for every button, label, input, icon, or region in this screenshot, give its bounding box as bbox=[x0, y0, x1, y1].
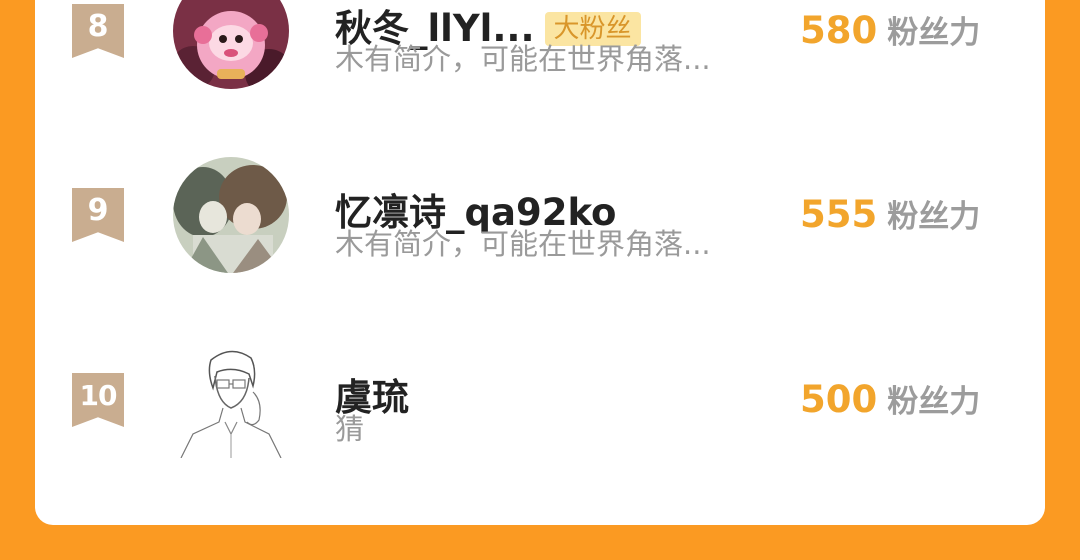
score-unit: 粉丝力 bbox=[887, 15, 981, 51]
score-unit: 粉丝力 bbox=[887, 199, 981, 235]
ranking-row-8[interactable]: 8 秋冬_llYl... 大粉丝 木有简介，可能在世界角落... 580 粉丝力 bbox=[35, 0, 1045, 110]
score-value: 580 bbox=[800, 9, 878, 52]
user-bio: 木有简介，可能在世界角落... bbox=[335, 227, 711, 261]
user-bio: 猜 bbox=[335, 412, 365, 446]
user-bio: 木有简介，可能在世界角落... bbox=[335, 42, 711, 76]
ranking-row-9[interactable]: 9 忆凛诗_qa92ko 木有简介，可能在世界角落... 555 粉丝力 bbox=[35, 145, 1045, 295]
pink-cartoon-character-avatar-icon bbox=[173, 0, 289, 89]
user-avatar[interactable] bbox=[173, 0, 289, 89]
ranking-card: 8 秋冬_llYl...大粉丝 木有简介，可能在世界角落... 580粉丝力 bbox=[35, 0, 1045, 525]
illustrated-figures-avatar-icon bbox=[173, 157, 289, 273]
score-value: 555 bbox=[800, 193, 878, 236]
rank-ribbon: 9 bbox=[72, 188, 124, 242]
rank-ribbon: 8 bbox=[72, 4, 124, 58]
ranking-row-10[interactable]: 10 虞琉 猜 500 粉丝力 bbox=[35, 330, 1045, 480]
score-value: 500 bbox=[800, 378, 878, 421]
fan-power-score: 580 粉丝力 bbox=[800, 6, 980, 63]
fan-power-score: 500 粉丝力 bbox=[800, 375, 980, 432]
fan-power-score: 555 粉丝力 bbox=[800, 190, 980, 247]
score-unit: 粉丝力 bbox=[887, 384, 981, 420]
user-avatar[interactable] bbox=[173, 342, 289, 458]
line-sketch-man-avatar-icon bbox=[173, 342, 289, 458]
user-avatar[interactable] bbox=[173, 157, 289, 273]
rank-ribbon: 10 bbox=[72, 373, 124, 427]
